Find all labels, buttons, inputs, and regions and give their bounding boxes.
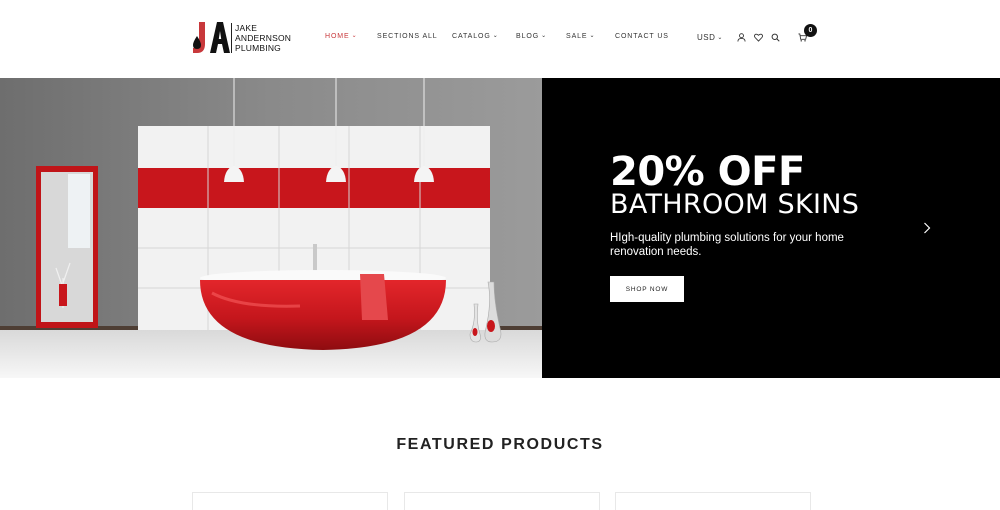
nav-item-label: SALE [566, 33, 588, 40]
cart-button[interactable]: 0 [797, 24, 817, 43]
logo-line-3: PLUMBING [235, 43, 281, 53]
product-card[interactable] [192, 492, 388, 510]
chevron-right-icon[interactable] [920, 220, 934, 236]
heart-icon[interactable] [753, 31, 765, 43]
chevron-down-icon: ⌄ [541, 33, 547, 39]
chevron-down-icon: ⌄ [351, 33, 358, 39]
chevron-down-icon: ⌄ [492, 33, 499, 39]
product-card[interactable] [404, 492, 600, 510]
header-utilities: USD ⌄ 0 [697, 24, 817, 43]
logo-line-1: JAKE [235, 23, 258, 33]
logo-wordmark: JAKE ANDERNSON PLUMBING [235, 23, 291, 53]
featured-products-heading: FEATURED PRODUCTS [396, 436, 604, 453]
search-icon[interactable] [770, 31, 782, 43]
nav-item-label: CONTACT US [615, 33, 669, 40]
logo-divider [231, 23, 232, 53]
nav-item-catalog[interactable]: CATALOG ⌄ [452, 33, 516, 40]
chevron-down-icon: ⌄ [717, 34, 723, 41]
nav-item-label: SECTIONS ALL [377, 33, 438, 40]
nav-item-blog[interactable]: BLOG ⌄ [516, 33, 566, 40]
product-card[interactable] [615, 492, 811, 510]
logo-line-2: ANDERNSON [235, 33, 292, 43]
site-header: JAKE ANDERNSON PLUMBING HOME ⌄ SECTIONS A… [0, 0, 1000, 78]
nav-item-sale[interactable]: SALE ⌄ [566, 33, 615, 40]
main-nav: HOME ⌄ SECTIONS ALL CATALOG ⌄ BLOG ⌄ SALE ⌄ … [325, 33, 669, 40]
nav-item-sections-all[interactable]: SECTIONS ALL [377, 33, 452, 40]
hero-promo-panel: 20% OFF BATHROOM SKINS HIgh-quality plum… [542, 78, 1000, 378]
nav-item-contact-us[interactable]: CONTACT US [615, 33, 669, 40]
nav-item-label: HOME [325, 33, 350, 40]
nav-item-label: CATALOG [452, 33, 491, 40]
nav-item-home[interactable]: HOME ⌄ [325, 33, 377, 40]
cart-count-badge: 0 [803, 24, 817, 37]
promo-subtitle: BATHROOM SKINS [610, 189, 860, 220]
user-icon[interactable] [736, 31, 748, 43]
shop-now-button[interactable]: SHOP NOW [610, 276, 684, 302]
hero-slider: 20% OFF BATHROOM SKINS HIgh-quality plum… [0, 78, 1000, 378]
hero-bathroom-image [0, 78, 542, 378]
nav-item-label: BLOG [516, 33, 540, 40]
promo-description: HIgh-quality plumbing solutions for your… [610, 232, 844, 258]
chevron-down-icon: ⌄ [589, 33, 596, 39]
logo-mark-icon [193, 22, 230, 53]
currency-selector[interactable]: USD ⌄ [697, 33, 723, 42]
currency-label: USD [697, 32, 716, 42]
site-logo[interactable]: JAKE ANDERNSON PLUMBING [192, 22, 291, 54]
